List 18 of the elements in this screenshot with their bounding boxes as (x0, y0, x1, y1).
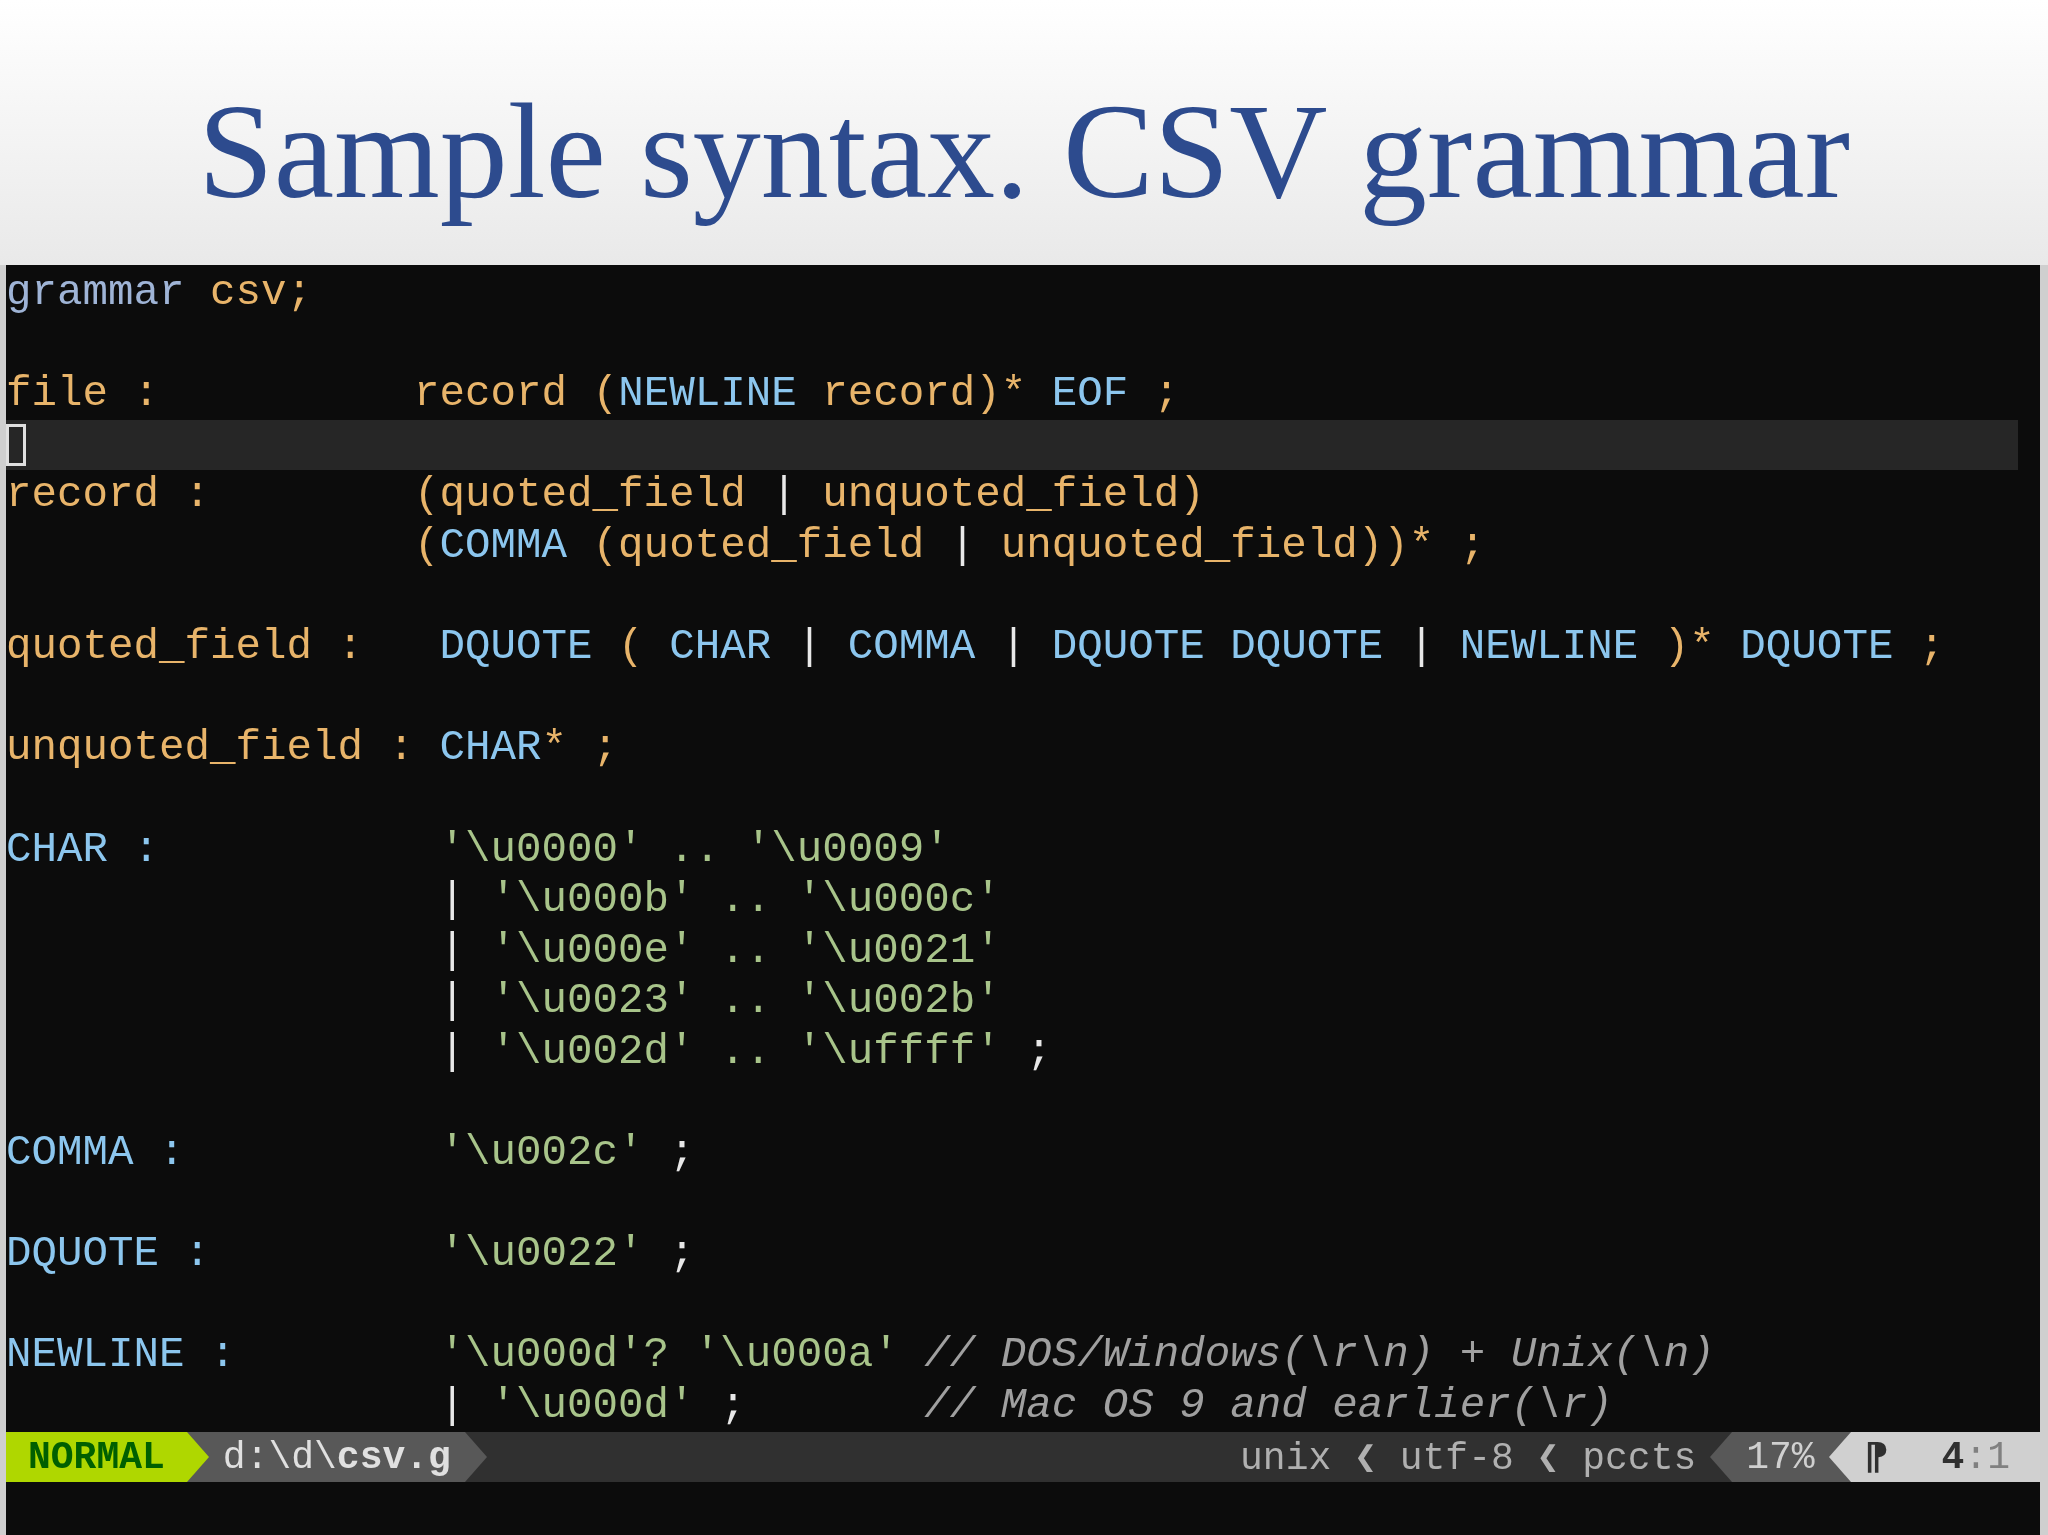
code-line: (COMMA (quoted_field | unquoted_field))* ; (413, 520, 1486, 572)
block-cursor (6, 424, 26, 467)
code-line: quoted_field : DQUOTE ( CHAR | COMMA | DQUOTE DQUOTE | NEWLINE )* DQUOTE ; (6, 622, 1945, 673)
code-line: | '\u002d' .. '\uffff' ; (438, 1026, 1052, 1078)
code-line: grammar csv; (6, 268, 313, 319)
code-line: DQUOTE : '\u0022' ; (6, 1229, 695, 1280)
code-line: file : record (NEWLINE record)* EOF ; (6, 369, 1180, 420)
code-line: CHAR : '\u0000' .. '\u0009' (6, 824, 950, 876)
code-line: NEWLINE : '\u000d'? '\u000a' // DOS/Windows(\r\n) + Unix(\n) (6, 1330, 1715, 1382)
slide-title: Sample syntax. CSV grammar (198, 74, 1850, 228)
cursor-position: 4:1 (1901, 1432, 2040, 1482)
code-line: | '\u000d' ; // Mac OS 9 and earlier(\r) (438, 1381, 1613, 1432)
code-line: record : (quoted_field | unquoted_field) (6, 470, 1205, 521)
code-line: | '\u000e' .. '\u0021' (438, 925, 1001, 977)
code-line: unquoted_field : CHAR* ; (6, 723, 619, 774)
code-line: COMMA : '\u002c' ; (6, 1128, 695, 1179)
code-line: | '\u000b' .. '\u000c' (438, 875, 1001, 926)
code-line: | '\u0023' .. '\u002b' (438, 976, 1001, 1027)
